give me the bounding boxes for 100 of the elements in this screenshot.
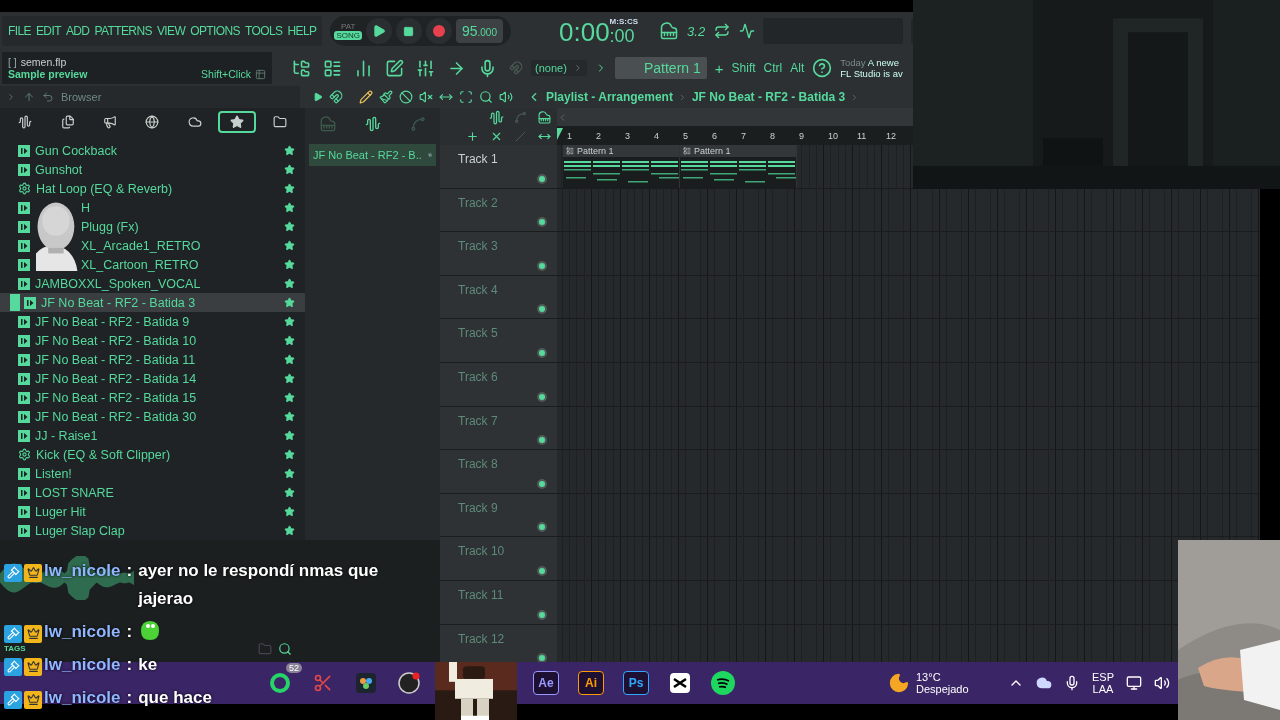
menu-item[interactable]: HELP — [287, 24, 317, 38]
star-icon[interactable] — [284, 164, 295, 175]
star-icon[interactable] — [284, 373, 295, 384]
mute-button[interactable] — [537, 478, 547, 489]
browser-item[interactable]: Plugg (Fx) — [0, 217, 305, 236]
breadcrumb-link[interactable]: JF No Beat - RF2 - Batida 3 — [691, 90, 846, 104]
star-icon[interactable] — [284, 259, 295, 270]
mute-button[interactable] — [537, 217, 547, 228]
back-icon[interactable] — [42, 91, 54, 103]
playhead-marker[interactable] — [557, 128, 563, 140]
breadcrumb-link[interactable]: Playlist - Arrangement — [546, 90, 673, 104]
browser-item[interactable]: Gunshot — [0, 160, 305, 179]
mute-button[interactable] — [537, 435, 547, 446]
mute-button[interactable] — [537, 260, 547, 271]
cloud-icon[interactable] — [1036, 675, 1052, 691]
piano-icon[interactable] — [660, 22, 679, 40]
modifier-key[interactable]: Ctrl — [763, 61, 783, 75]
delete-icon[interactable] — [399, 90, 413, 104]
star-icon[interactable] — [284, 411, 295, 422]
channel-selector[interactable]: (none) — [531, 60, 587, 76]
folder-tree-icon[interactable] — [292, 58, 311, 78]
browser-item[interactable]: JF No Beat - RF2 - Batida 3 — [0, 293, 305, 312]
search-icon[interactable] — [479, 90, 493, 104]
mute-button[interactable] — [537, 391, 547, 402]
mute-button[interactable] — [537, 304, 547, 315]
expand-marker[interactable] — [10, 294, 20, 311]
modifier-key[interactable]: Shift — [731, 61, 756, 75]
step-setting[interactable]: 3.2 — [687, 23, 706, 39]
app-icon[interactable]: Ae — [533, 671, 559, 695]
star-icon[interactable] — [284, 449, 295, 460]
mode-toggle[interactable]: PAT — [339, 22, 358, 31]
loop-icon[interactable] — [714, 23, 731, 39]
browser-item[interactable]: JF No Beat - RF2 - Batida 10 — [0, 331, 305, 350]
mute-button[interactable] — [537, 609, 547, 620]
browser-item[interactable]: Hat Loop (EQ & Reverb) — [0, 179, 305, 198]
add-pattern-button[interactable]: + — [714, 59, 724, 77]
star-icon[interactable] — [284, 202, 295, 213]
browser-item[interactable]: Listen! — [0, 464, 305, 483]
browser-item[interactable]: JF No Beat - RF2 - Batida 14 — [0, 369, 305, 388]
browser-tab[interactable] — [218, 110, 257, 133]
mute-button[interactable] — [537, 522, 547, 533]
pattern-selector[interactable]: Pattern 1 — [614, 57, 707, 79]
star-icon[interactable] — [284, 240, 295, 251]
add-icon[interactable] — [465, 129, 479, 143]
star-icon[interactable] — [284, 430, 295, 441]
speaker-icon[interactable] — [499, 90, 513, 104]
browser-item[interactable]: JJ - Raise1 — [0, 426, 305, 445]
menu-item[interactable]: VIEW — [156, 24, 186, 38]
star-icon[interactable] — [284, 145, 295, 156]
monitor-icon[interactable] — [1126, 675, 1142, 691]
star-icon[interactable] — [284, 297, 295, 308]
browser-item[interactable]: H — [0, 198, 305, 217]
magnet-icon[interactable] — [329, 90, 343, 104]
modifier-key[interactable]: Alt — [790, 61, 805, 75]
browser-item[interactable]: JF No Beat - RF2 - Batida 11 — [0, 350, 305, 369]
star-icon[interactable] — [284, 392, 295, 403]
browser-item[interactable]: LOST SNARE — [0, 483, 305, 502]
track-header[interactable]: Track 1 — [440, 145, 557, 188]
pattern-clip[interactable]: Pattern 1 — [563, 145, 680, 188]
sliders-icon[interactable] — [416, 58, 435, 78]
pencil-icon[interactable] — [359, 90, 373, 104]
app-icon[interactable]: Ps — [623, 671, 649, 695]
picker-item[interactable]: JF No Beat - RF2 - B.. — [309, 144, 436, 166]
mute-button[interactable] — [537, 347, 547, 358]
stop-button[interactable] — [395, 18, 422, 44]
waveform-icon[interactable] — [488, 110, 504, 126]
search-icon[interactable] — [278, 642, 292, 656]
play-icon[interactable] — [313, 92, 323, 102]
mic-icon[interactable] — [1064, 675, 1080, 691]
browser-item[interactable]: JF No Beat - RF2 - Batida 30 — [0, 407, 305, 426]
star-icon[interactable] — [284, 525, 295, 536]
star-icon[interactable] — [284, 221, 295, 232]
star-icon[interactable] — [284, 354, 295, 365]
pattern-clip[interactable]: Pattern 1 — [680, 145, 797, 188]
star-icon[interactable] — [284, 506, 295, 517]
star-icon[interactable] — [284, 183, 295, 194]
browser-item[interactable]: Luger Hit — [0, 502, 305, 521]
menu-item[interactable]: FILE — [8, 24, 31, 38]
star-icon[interactable] — [284, 468, 295, 479]
picker-tab[interactable] — [364, 116, 381, 132]
mode-toggle[interactable]: SONG — [334, 31, 362, 40]
star-icon[interactable] — [284, 487, 295, 498]
app-icon[interactable]: Ai — [578, 671, 604, 695]
browser-item[interactable]: XL_Arcade1_RETRO — [0, 236, 305, 255]
star-icon[interactable] — [284, 278, 295, 289]
browser-item[interactable]: Kick (EQ & Soft Clipper) — [0, 445, 305, 464]
mic-icon[interactable] — [478, 58, 497, 78]
select-icon[interactable] — [459, 90, 473, 104]
edit-icon[interactable] — [385, 58, 404, 78]
play-button[interactable] — [365, 18, 392, 44]
browser-item[interactable]: JAMBOXXL_Spoken_VOCAL — [0, 274, 305, 293]
menu-item[interactable]: OPTIONS — [190, 24, 240, 38]
browser-item[interactable]: Luger Slap Clap — [0, 521, 305, 540]
browser-item[interactable]: JF No Beat - RF2 - Batida 15 — [0, 388, 305, 407]
mute-icon[interactable] — [419, 90, 433, 104]
mute-button[interactable] — [537, 565, 547, 576]
browser-item[interactable]: XL_Cartoon_RETRO — [0, 255, 305, 274]
bars-icon[interactable] — [354, 58, 373, 78]
help-icon[interactable] — [812, 58, 833, 78]
mute-button[interactable] — [537, 173, 547, 184]
